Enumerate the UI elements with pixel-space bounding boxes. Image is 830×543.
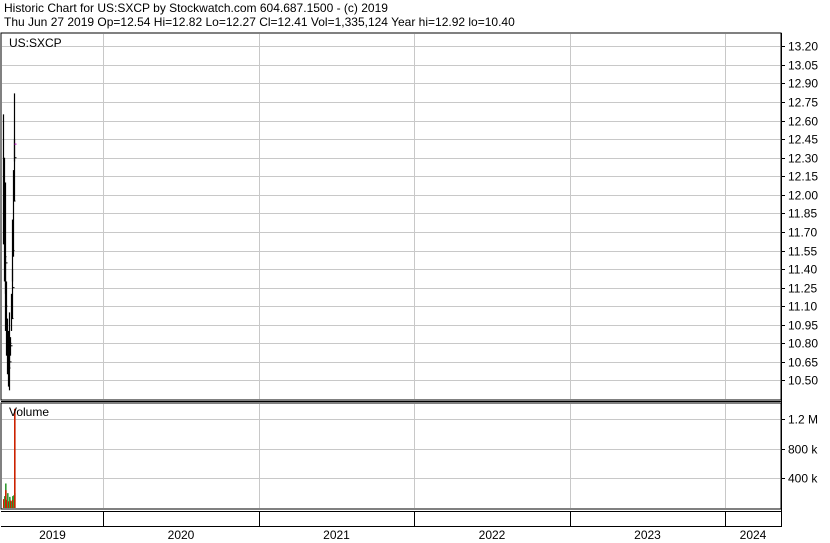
year-tick-label: 2024: [740, 528, 767, 542]
year-tick-label: 2019: [39, 528, 66, 542]
price-tick-label: 10.65: [788, 356, 818, 370]
gridlines: [2, 34, 780, 508]
price-tick-label: 11.85: [788, 207, 817, 221]
price-tick-label: 12.30: [788, 152, 818, 166]
volume-bars: [3, 408, 16, 508]
price-tick-label: 11.40: [788, 263, 817, 277]
volume-axis-ticks: 1.2 M 800 k 400 k: [781, 413, 818, 486]
price-tick-label: 11.10: [788, 300, 817, 314]
price-tick-label: 10.80: [788, 337, 818, 351]
volume-panel-border: [0, 402, 782, 510]
price-tick-label: 13.20: [788, 40, 818, 54]
volume-tick-label: 1.2 M: [788, 413, 818, 427]
symbol-label: US:SXCP: [9, 36, 62, 50]
stock-chart: 13.20 13.05 12.90 12.75 12.60 12.45 12.30 12.15…: [0, 32, 818, 542]
year-tick-label: 2023: [634, 528, 661, 542]
year-tick-label: 2020: [168, 528, 195, 542]
price-tick-label: 12.15: [788, 170, 818, 184]
price-tick-label: 13.05: [788, 59, 818, 73]
year-tick-label: 2021: [323, 528, 350, 542]
chart-header-quote: Thu Jun 27 2019 Op=12.54 Hi=12.82 Lo=12.…: [4, 15, 515, 29]
price-tick-label: 10.50: [788, 374, 818, 388]
volume-label: Volume: [9, 405, 50, 419]
price-tick-label: 12.90: [788, 77, 818, 91]
year-tick-label: 2022: [479, 528, 506, 542]
price-tick-label: 12.75: [788, 96, 818, 110]
price-tick-label: 11.25: [788, 282, 817, 296]
price-tick-label: 11.55: [788, 245, 817, 259]
price-axis-ticks: 13.20 13.05 12.90 12.75 12.60 12.45 12.30 12.15…: [781, 40, 818, 388]
volume-tick-label: 400 k: [788, 472, 818, 486]
price-tick-label: 12.00: [788, 189, 818, 203]
price-tick-label: 10.95: [788, 319, 818, 333]
volume-tick-label: 800 k: [788, 443, 818, 457]
volume-bar: [14, 408, 16, 508]
price-tick-label: 12.45: [788, 133, 818, 147]
price-panel-border: [0, 32, 782, 401]
chart-frame: [0, 32, 782, 527]
chart-header-title: Historic Chart for US:SXCP by Stockwatch…: [4, 1, 388, 15]
price-bars: [2, 93, 17, 391]
price-tick-label: 11.70: [788, 226, 817, 240]
price-tick-label: 12.60: [788, 115, 818, 129]
